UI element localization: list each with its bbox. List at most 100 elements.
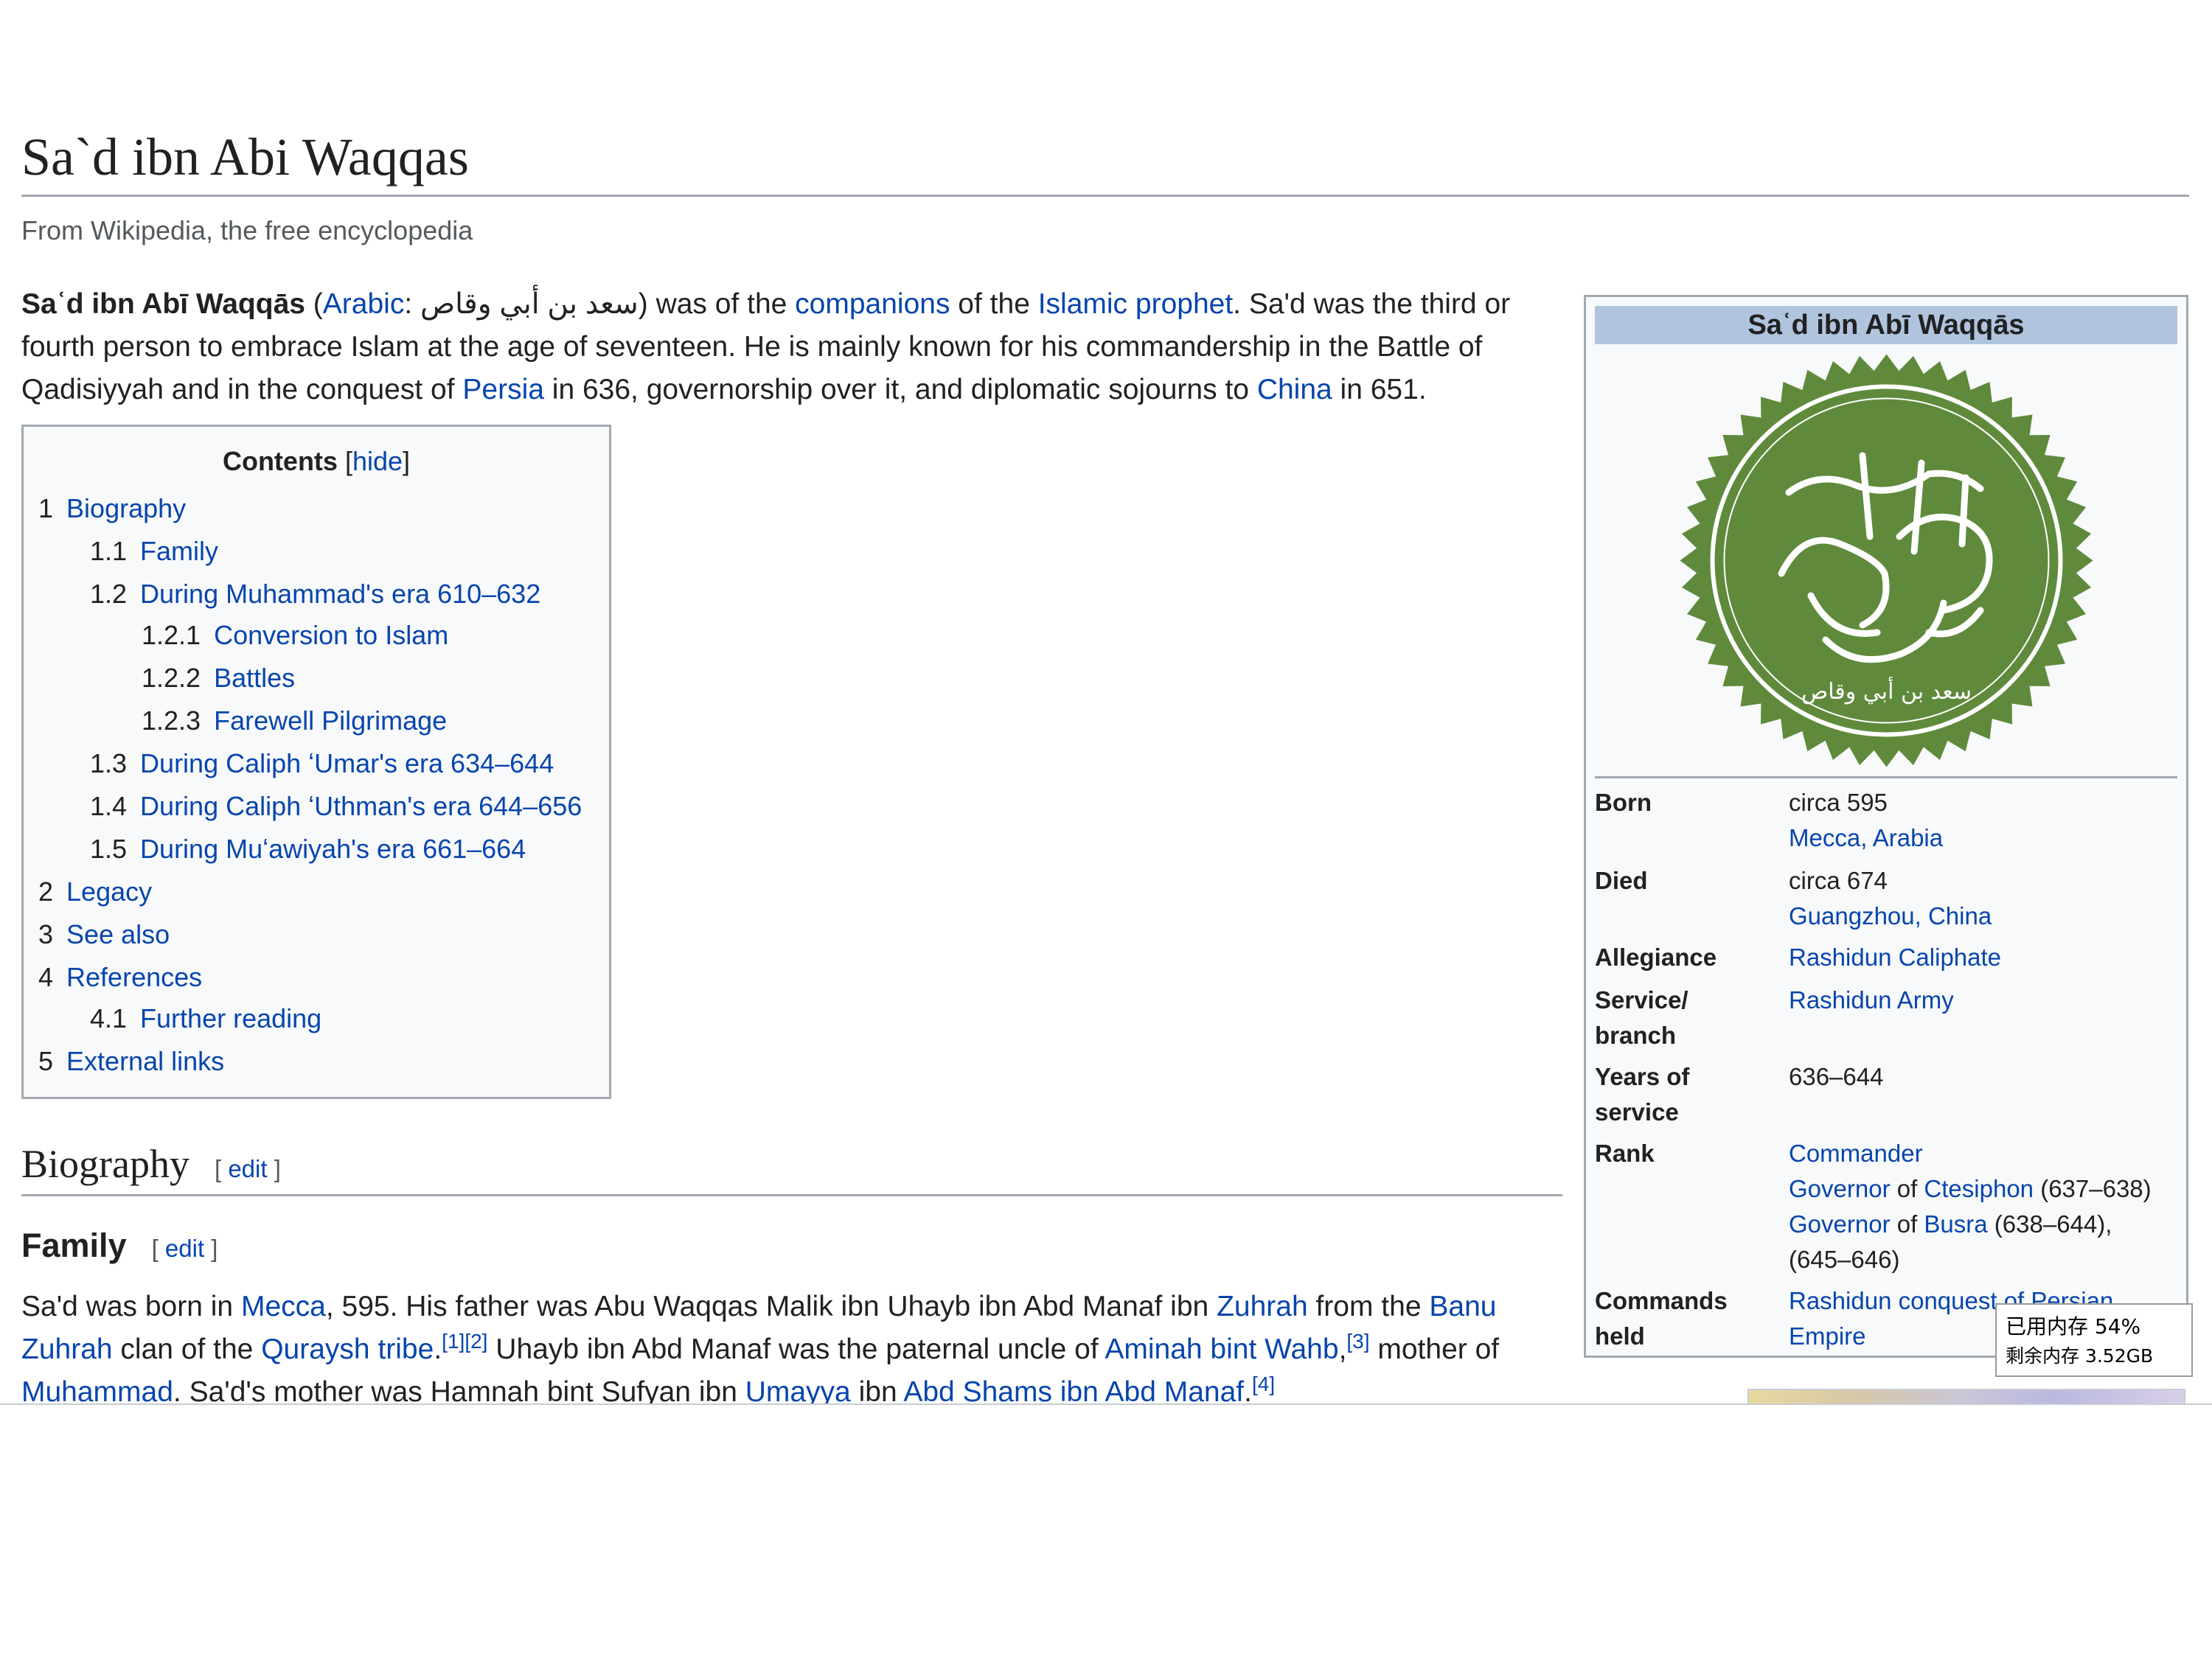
- lead-text: ): [638, 288, 648, 320]
- toc-link[interactable]: Battles: [214, 663, 295, 693]
- toc-link[interactable]: Farewell Pilgrimage: [214, 705, 447, 736]
- para-text: mother of: [1369, 1333, 1500, 1365]
- link-mecca-arabia[interactable]: Mecca, Arabia: [1789, 824, 1943, 851]
- toc-item-further-reading[interactable]: 4.1 Further reading: [90, 1003, 321, 1034]
- lead-text: (: [305, 288, 323, 320]
- link-governor-2[interactable]: Governor: [1789, 1210, 1891, 1238]
- toc-link[interactable]: Conversion to Islam: [214, 620, 448, 650]
- infobox-value-died: circa 674 Guangzhou, China: [1789, 863, 2180, 934]
- born-date: circa 595: [1789, 789, 1888, 816]
- link-rashidun-caliphate[interactable]: Rashidun Caliphate: [1789, 944, 2001, 971]
- memory-used: 已用内存 54%: [2006, 1314, 2141, 1339]
- link-aminah-bint-wahb[interactable]: Aminah bint Wahb: [1105, 1333, 1338, 1365]
- family-paragraph: Sa'd was born in Mecca, 595. His father …: [21, 1286, 1562, 1414]
- memory-free: 剩余内存 3.52GB: [2006, 1345, 2154, 1367]
- link-islamic-prophet[interactable]: Islamic prophet: [1038, 288, 1233, 320]
- toc-item-uthman-era[interactable]: 1.4 During Caliph ʻUthman's era 644–656: [90, 791, 582, 822]
- infobox-label-years: Years of service: [1595, 1059, 1689, 1130]
- toc-link[interactable]: Legacy: [66, 876, 152, 907]
- family-edit-link[interactable]: edit: [165, 1235, 204, 1262]
- lead-text: in 651.: [1332, 374, 1427, 405]
- toc-item-legacy[interactable]: 2 Legacy: [38, 876, 152, 907]
- toc-item-biography[interactable]: 1 Biography: [38, 493, 186, 524]
- link-quraysh-tribe[interactable]: Quraysh tribe: [261, 1333, 434, 1365]
- toc-item-family[interactable]: 1.1 Family: [90, 536, 218, 567]
- biography-edit-link[interactable]: edit: [228, 1155, 267, 1182]
- toc-item-battles[interactable]: 1.2.2 Battles: [142, 663, 295, 694]
- link-commander[interactable]: Commander: [1789, 1140, 1923, 1167]
- toc-link[interactable]: During Muhammad's era 610–632: [140, 579, 540, 609]
- link-governor-1[interactable]: Governor: [1789, 1175, 1891, 1202]
- toc-number: 1.4: [90, 791, 128, 821]
- label-line: Years of: [1595, 1063, 1690, 1090]
- toc-item-see-also[interactable]: 3 See also: [38, 919, 170, 950]
- link-companions[interactable]: companions: [795, 288, 950, 320]
- toc-number: 5: [38, 1046, 54, 1076]
- toc-link[interactable]: External links: [66, 1046, 224, 1076]
- link-persia[interactable]: Persia: [462, 374, 544, 405]
- section-heading-family: Family [ edit ]: [21, 1227, 218, 1265]
- toc-item-references[interactable]: 4 References: [38, 962, 202, 993]
- lead-text: in 636, governorship over it, and diplom…: [543, 374, 1257, 405]
- infobox-value-service: Rashidun Army: [1789, 983, 2180, 1018]
- link-arabic[interactable]: Arabic: [323, 288, 405, 320]
- viewport-bottom-blank: [0, 1403, 2212, 1660]
- page-title: Sa`d ibn Abi Waqqas: [21, 125, 2189, 198]
- toc-number: 1.2.2: [142, 663, 201, 693]
- family-heading-text: Family: [21, 1227, 127, 1264]
- rank-text: of: [1890, 1210, 1924, 1238]
- reference-4[interactable]: [4]: [1252, 1373, 1275, 1395]
- toc-link[interactable]: During Muʻawiyah's era 661–664: [140, 834, 526, 864]
- link-china[interactable]: China: [1257, 374, 1332, 405]
- wikipedia-page: Sa`d ibn Abi Waqqas From Wikipedia, the …: [0, 0, 2212, 1660]
- link-guangzhou-china[interactable]: Guangzhou, China: [1789, 902, 1992, 930]
- infobox-value-born: circa 595 Mecca, Arabia: [1789, 785, 2180, 856]
- toc-number: 4.1: [90, 1003, 128, 1033]
- toc-number: 2: [38, 876, 54, 907]
- toc-hide-toggle[interactable]: hide: [352, 446, 403, 476]
- toc-link[interactable]: Further reading: [140, 1003, 321, 1033]
- lead-text: of the: [950, 288, 1038, 320]
- toc-number: 1.1: [90, 536, 128, 566]
- link-mecca[interactable]: Mecca: [241, 1291, 326, 1322]
- infobox-label-allegiance: Allegiance: [1595, 944, 1717, 971]
- infobox-label-commands: Commands held: [1595, 1283, 1728, 1354]
- toc-header: Contents [hide]: [24, 446, 609, 477]
- toc-item-umar-era[interactable]: 1.3 During Caliph ʻUmar's era 634–644: [90, 748, 554, 779]
- para-text: Sa'd was born in: [21, 1291, 241, 1322]
- link-zuhrah[interactable]: Zuhrah: [1217, 1291, 1308, 1322]
- toc-item-external-links[interactable]: 5 External links: [38, 1046, 224, 1077]
- reference-3[interactable]: [3]: [1346, 1330, 1369, 1353]
- biography-heading-text: Biography: [21, 1142, 189, 1186]
- reference-1[interactable]: [1]: [442, 1330, 465, 1353]
- link-rashidun-army[interactable]: Rashidun Army: [1789, 986, 1954, 1014]
- infobox-value-allegiance: Rashidun Caliphate: [1789, 940, 2180, 975]
- toc-link[interactable]: Biography: [66, 493, 186, 523]
- toc-item-muawiyah-era[interactable]: 1.5 During Muʻawiyah's era 661–664: [90, 834, 526, 865]
- edit-bracket: ]: [267, 1155, 281, 1182]
- para-text: from the: [1307, 1291, 1430, 1322]
- section-heading-biography: Biography [ edit ]: [21, 1141, 1562, 1196]
- link-busra[interactable]: Busra: [1924, 1210, 1987, 1238]
- toc-item-conversion[interactable]: 1.2.1 Conversion to Islam: [142, 620, 448, 651]
- toc-item-muhammad-era[interactable]: 1.2 During Muhammad's era 610–632: [90, 579, 540, 610]
- tagline: From Wikipedia, the free encyclopedia: [21, 215, 473, 245]
- calligraphy-seal-image[interactable]: سعد بن أبي وقاص: [1678, 352, 2095, 769]
- reference-2[interactable]: [2]: [465, 1330, 487, 1353]
- toc-link[interactable]: During Caliph ʻUmar's era 634–644: [140, 748, 554, 778]
- family-edit: [ edit ]: [152, 1235, 218, 1262]
- label-line: Service/: [1595, 986, 1688, 1014]
- infobox: Saʿd ibn Abī Waqqās سعد بن أبي وقاص Born…: [1584, 295, 2188, 1358]
- toc-number: 3: [38, 919, 54, 949]
- link-ctesiphon[interactable]: Ctesiphon: [1924, 1175, 2034, 1202]
- edit-bracket: [: [214, 1155, 229, 1182]
- toc-link[interactable]: References: [66, 962, 202, 992]
- rank-text: (637–638): [2034, 1175, 2152, 1202]
- para-text: , 595. His father was Abu Waqqas Malik i…: [325, 1291, 1217, 1322]
- toc-item-farewell-pilgrimage[interactable]: 1.2.3 Farewell Pilgrimage: [142, 705, 447, 736]
- toc-link[interactable]: During Caliph ʻUthman's era 644–656: [140, 791, 582, 821]
- link-persian-empire[interactable]: Empire: [1789, 1322, 1866, 1350]
- toc-link[interactable]: Family: [140, 536, 218, 566]
- seal-text: سعد بن أبي وقاص: [1801, 676, 1972, 705]
- toc-link[interactable]: See also: [66, 919, 170, 949]
